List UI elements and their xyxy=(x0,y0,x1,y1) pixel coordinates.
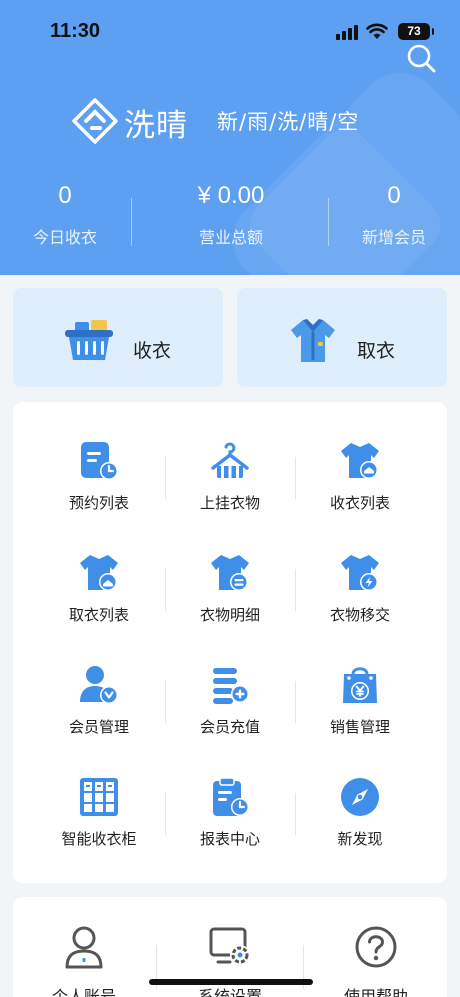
help-icon xyxy=(355,926,397,968)
stat-divider xyxy=(131,198,132,246)
battery-icon: 73 xyxy=(398,23,434,40)
grid-item-member-management[interactable]: 会员管理 xyxy=(34,664,164,754)
laundry-basket-icon xyxy=(65,320,113,360)
bottom-label: 使用帮助 xyxy=(343,987,408,997)
grid-item-sales-management[interactable]: 销售管理 xyxy=(295,664,425,754)
pickup-clothes-button[interactable]: 取衣 xyxy=(237,288,447,387)
stat-value: 0 xyxy=(58,182,72,209)
header: 11:30 73 洗晴 新/雨/洗/晴/空 0 今日收衣 ¥ 0.00 营业总额… xyxy=(0,0,460,275)
wifi-icon xyxy=(366,23,388,39)
member-manage-icon xyxy=(80,666,118,704)
pickup-list-icon xyxy=(80,555,118,591)
system-settings-button[interactable]: 系统设置 xyxy=(165,925,295,997)
grid-item-appointment-list[interactable]: 预约列表 xyxy=(34,440,164,530)
member-recharge-icon xyxy=(213,668,249,704)
stat-new-members[interactable]: 0 新增会员 xyxy=(344,180,444,248)
grid-label: 销售管理 xyxy=(329,718,390,736)
grid-label: 收衣列表 xyxy=(329,494,390,512)
appointment-list-icon xyxy=(81,442,118,480)
user-account-icon xyxy=(65,926,103,969)
grid-label: 智能收衣柜 xyxy=(61,830,137,848)
compass-icon xyxy=(341,778,379,816)
grid-item-clothing-transfer[interactable]: 衣物移交 xyxy=(295,552,425,642)
shirt-icon xyxy=(291,319,335,362)
grid-item-smart-locker[interactable]: 智能收衣柜 xyxy=(34,776,164,866)
quick-label: 收衣 xyxy=(133,340,172,362)
clothing-detail-icon xyxy=(211,555,249,591)
report-center-icon xyxy=(213,777,249,816)
stats-row: 0 今日收衣 ¥ 0.00 营业总额 0 新增会员 xyxy=(0,180,460,250)
search-icon[interactable] xyxy=(405,42,437,74)
status-bar: 11:30 73 xyxy=(0,0,460,60)
stat-label: 营业总额 xyxy=(198,228,263,247)
signal-icon xyxy=(336,24,360,40)
grid-label: 取衣列表 xyxy=(68,606,129,624)
receive-list-icon xyxy=(341,443,379,479)
bottom-label: 系统设置 xyxy=(197,987,262,997)
stat-total-revenue[interactable]: ¥ 0.00 营业总额 xyxy=(170,180,292,248)
usage-help-button[interactable]: 使用帮助 xyxy=(311,925,441,997)
personal-account-button[interactable]: 个人账号 xyxy=(19,925,149,997)
grid-label: 衣物移交 xyxy=(329,606,390,624)
grid-label: 会员管理 xyxy=(68,718,129,736)
receive-clothes-button[interactable]: 收衣 xyxy=(13,288,223,387)
grid-label: 报表中心 xyxy=(199,830,260,848)
brand: 洗晴 新/雨/洗/晴/空 xyxy=(72,98,392,144)
grid-label: 新发现 xyxy=(337,830,383,848)
stat-label: 今日收衣 xyxy=(32,228,97,247)
smart-locker-icon xyxy=(80,778,118,816)
status-time: 11:30 xyxy=(50,20,101,42)
grid-item-hang-clothes[interactable]: 上挂衣物 xyxy=(165,440,295,530)
grid-item-member-recharge[interactable]: 会员充值 xyxy=(165,664,295,754)
quick-label: 取衣 xyxy=(357,340,396,362)
grid-label: 上挂衣物 xyxy=(199,494,260,512)
grid-item-report-center[interactable]: 报表中心 xyxy=(165,776,295,866)
grid-item-pickup-list[interactable]: 取衣列表 xyxy=(34,552,164,642)
grid-item-clothing-detail[interactable]: 衣物明细 xyxy=(165,552,295,642)
status-icons: 73 xyxy=(320,22,434,42)
grid-item-receive-list[interactable]: 收衣列表 xyxy=(295,440,425,530)
stat-today-received[interactable]: 0 今日收衣 xyxy=(15,180,115,248)
clothing-transfer-icon xyxy=(341,555,379,591)
stat-value: ¥ 0.00 xyxy=(197,182,265,209)
grid-label: 会员充值 xyxy=(199,718,260,736)
system-settings-icon xyxy=(209,927,250,965)
stat-value: 0 xyxy=(387,182,401,209)
brand-name: 洗晴 xyxy=(124,108,188,144)
sales-bag-icon xyxy=(343,667,377,703)
grid-label: 预约列表 xyxy=(68,494,129,512)
hanger-icon xyxy=(211,442,249,478)
home-indicator xyxy=(149,979,313,985)
stat-label: 新增会员 xyxy=(361,228,426,247)
grid-label: 衣物明细 xyxy=(199,606,260,624)
grid-item-discover[interactable]: 新发现 xyxy=(295,776,425,866)
bottom-label: 个人账号 xyxy=(51,987,116,997)
function-grid: 预约列表 上挂衣物 收衣列表 取衣列表 衣物明细 衣物移交 会员管理 会员充值 … xyxy=(13,402,447,883)
brand-slogan: 新/雨/洗/晴/空 xyxy=(217,110,360,134)
stat-divider xyxy=(328,198,329,246)
brand-logo-icon xyxy=(72,98,118,144)
